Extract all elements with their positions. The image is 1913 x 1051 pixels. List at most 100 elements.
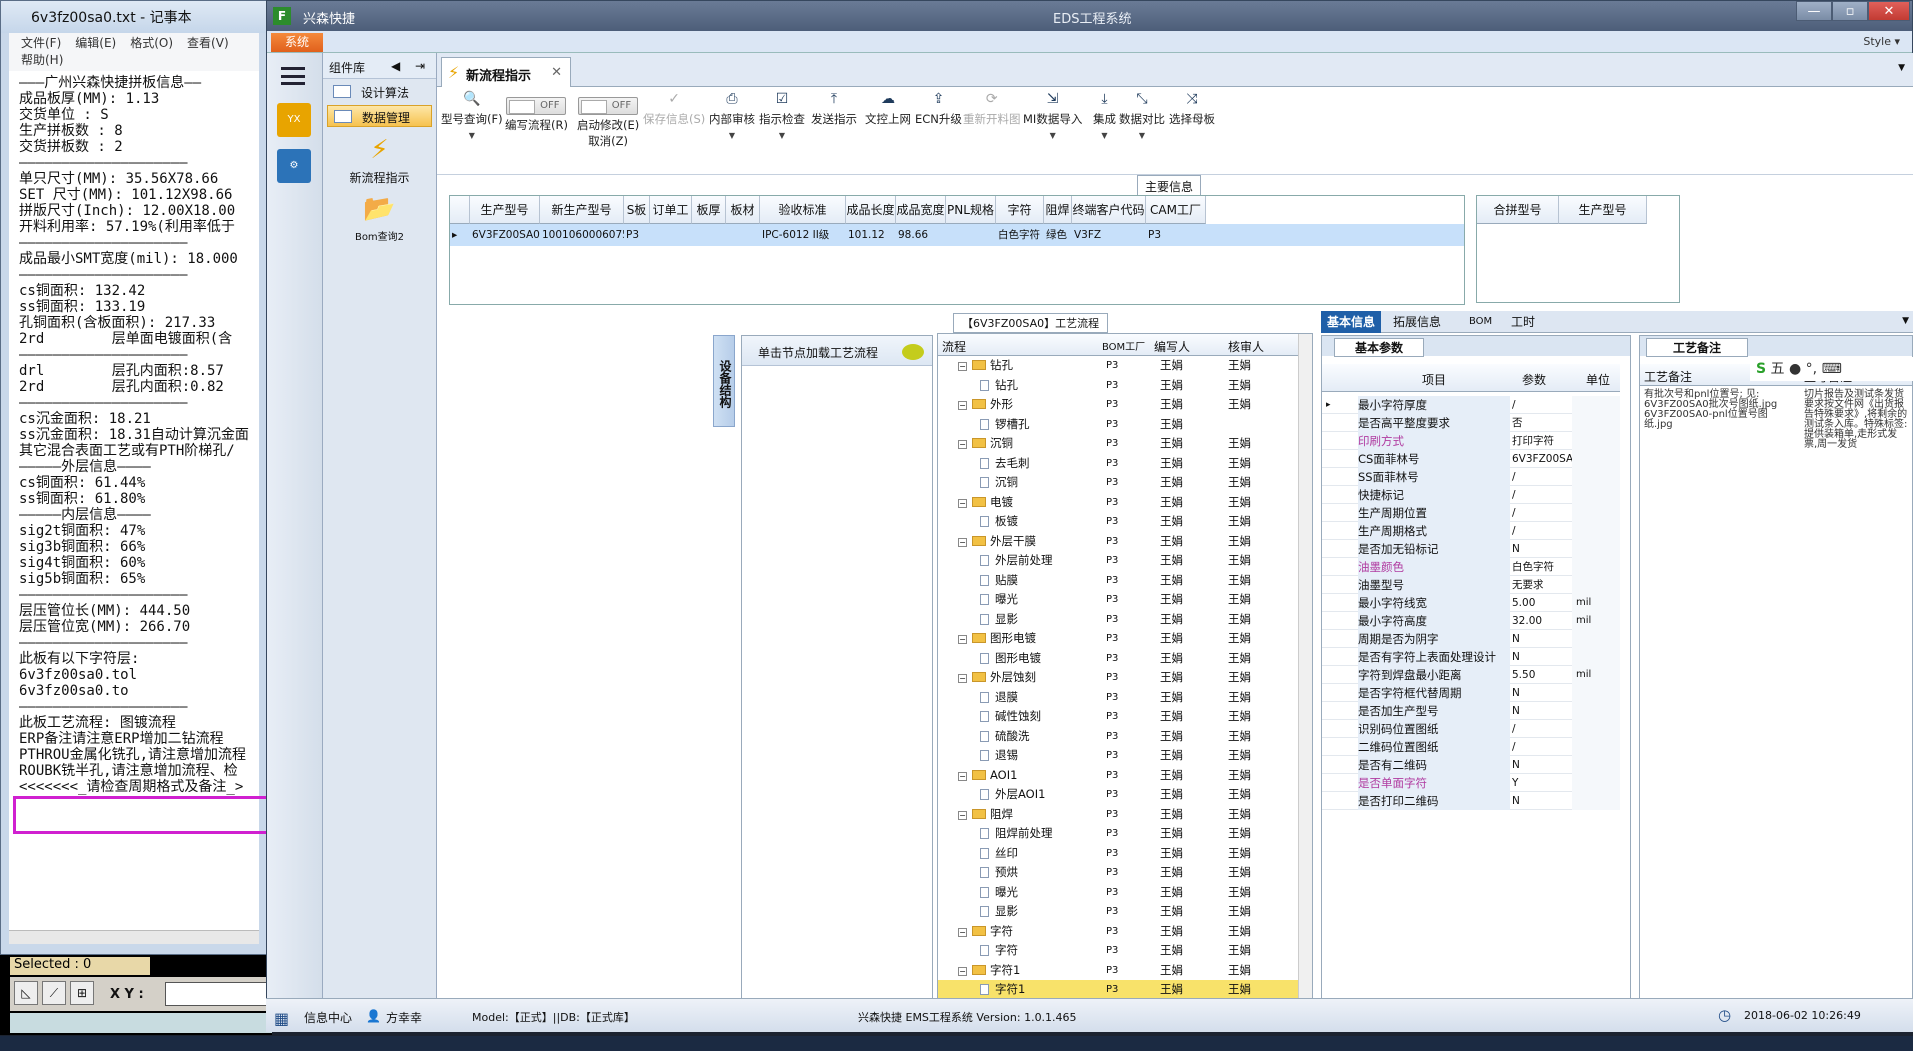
notepad-menu-help[interactable]: 帮助(H)	[21, 53, 63, 67]
grid-tool-icon[interactable]: ⊞	[70, 981, 94, 1005]
toolbar-download-button[interactable]: ⤓ 集成 ▼	[1093, 91, 1116, 140]
ime-toolbar[interactable]: S 五 ● °, ⌨	[1750, 357, 1913, 381]
param-row[interactable]: 是否加无铅标记 N	[1322, 540, 1620, 558]
toolbar-toggle-button[interactable]: OFF 启动修改(E) 取消(Z)	[577, 97, 639, 149]
table-cell[interactable]	[650, 224, 692, 246]
cad-command-bar[interactable]	[10, 1013, 272, 1033]
column-header[interactable]: 终端客户代码	[1072, 196, 1146, 224]
column-header[interactable]: S板	[624, 196, 650, 224]
toggle-switch[interactable]: OFF	[506, 97, 567, 115]
tree-row[interactable]: 字符1 P3 王娟 王娟	[938, 980, 1298, 999]
tree-row[interactable]: 硫酸洗 P3 王娟 王娟	[938, 727, 1298, 746]
dropdown-arrow-icon[interactable]: ▼	[759, 131, 805, 140]
tree-row[interactable]: 碱性蚀刻 P3 王娟 王娟	[938, 707, 1298, 726]
notepad-hscrollbar[interactable]	[9, 930, 259, 944]
column-header[interactable]: 订单工厂	[650, 196, 692, 245]
toolbar-shuffle-button[interactable]: ⤨ 选择母板	[1169, 91, 1215, 127]
tree-row[interactable]: 板镀 P3 王娟 王娟	[938, 512, 1298, 531]
tree-row[interactable]: 退锡 P3 王娟 王娟	[938, 746, 1298, 765]
param-row[interactable]: 生产周期格式 /	[1322, 522, 1620, 540]
column-header[interactable]: 板厚	[692, 196, 726, 224]
tab-bom[interactable]: BOM	[1463, 311, 1498, 333]
tree-row[interactable]: 外层前处理 P3 王娟 王娟	[938, 551, 1298, 570]
tab-dropdown-icon[interactable]: ▼	[1898, 63, 1905, 73]
param-value[interactable]: 5.00	[1512, 594, 1535, 612]
toolbar-toggle-button[interactable]: OFF 编写流程(R)	[505, 97, 568, 133]
param-value[interactable]: N	[1512, 702, 1520, 720]
table-cell[interactable]: P3	[624, 224, 650, 246]
column-header[interactable]: 生产型号	[1559, 196, 1647, 224]
tab-extended-info[interactable]: 拓展信息	[1387, 311, 1447, 333]
info-center[interactable]: 信息中心	[304, 1009, 352, 1026]
param-value[interactable]: Y	[1512, 774, 1518, 792]
param-value[interactable]: 无要求	[1512, 576, 1544, 594]
param-value[interactable]: /	[1512, 396, 1516, 414]
param-row[interactable]: 是否高平整度要求否	[1322, 414, 1620, 432]
collapse-icon[interactable]: −	[958, 927, 967, 937]
param-value[interactable]: N	[1512, 684, 1520, 702]
column-header[interactable]: 流程	[942, 338, 966, 355]
param-value[interactable]: /	[1512, 522, 1516, 540]
notepad-menu-file[interactable]: 文件(F)	[21, 36, 61, 50]
collapse-icon[interactable]: −	[958, 362, 967, 371]
param-row[interactable]: 是否加生产型号 N	[1322, 702, 1620, 720]
collapse-icon[interactable]: −	[958, 810, 967, 820]
table-cell[interactable]	[726, 224, 760, 246]
tree-row[interactable]: − 图形电镀 P3 王娟 王娟	[938, 629, 1298, 648]
column-header[interactable]: 生产型号	[470, 196, 540, 224]
column-header[interactable]: 单位	[1586, 371, 1610, 388]
param-value[interactable]: 5.50	[1512, 666, 1535, 684]
tree-row[interactable]: 外层AOI1 P3 王娟 王娟	[938, 785, 1298, 804]
menu-icon[interactable]	[281, 67, 305, 85]
table-cell[interactable]: 白色字符	[996, 224, 1044, 246]
param-row[interactable]: CS面菲林号 6V3FZ00SA0.T01	[1322, 450, 1620, 468]
dropdown-arrow-icon[interactable]: ▼	[1023, 131, 1082, 140]
close-button[interactable]: ✕	[1868, 1, 1910, 21]
toolbar-sublabel[interactable]: 取消(Z)	[577, 133, 639, 149]
param-row[interactable]: 油墨颜色 白色字符	[1322, 558, 1620, 576]
new-process-indication-item[interactable]: ⚡ 新流程指示	[323, 135, 436, 186]
param-row[interactable]: 油墨型号 无要求	[1322, 576, 1620, 594]
collapse-icon[interactable]: −	[958, 674, 967, 683]
tree-row[interactable]: − AOI1 P3 王娟 王娟	[938, 766, 1298, 785]
param-row[interactable]: 是否打印二维码 N	[1322, 792, 1620, 810]
param-value[interactable]: 32.00	[1512, 612, 1542, 630]
tree-row[interactable]: 曝光 P3 王娟 王娟	[938, 590, 1298, 609]
dropdown-arrow-icon[interactable]: ▼	[1119, 131, 1165, 140]
column-header[interactable]: 合拼型号	[1477, 196, 1559, 224]
collapse-icon[interactable]: −	[958, 635, 967, 644]
toolbar-upload-button[interactable]: ⤒ 发送指示	[811, 91, 857, 127]
tree-row[interactable]: 贴膜 P3 王娟 王娟	[938, 571, 1298, 590]
column-header[interactable]: 工艺备注	[1644, 368, 1692, 385]
param-row[interactable]: ▸ 最小字符厚度 /	[1322, 396, 1620, 414]
collapse-icon[interactable]: −	[958, 498, 967, 508]
tree-row[interactable]: 预烘 P3 王娟 王娟	[938, 863, 1298, 882]
tree-row[interactable]: 显影 P3 王娟 王娟	[938, 902, 1298, 921]
tree-row[interactable]: − 阻焊 P3 王娟 王娟	[938, 805, 1298, 824]
notepad-menu-format[interactable]: 格式(O)	[130, 36, 173, 50]
param-row[interactable]: 最小字符线宽 5.00 mil	[1322, 594, 1620, 612]
dropdown-arrow-icon[interactable]: ▼	[1093, 131, 1116, 140]
tree-row[interactable]: − 外形 P3 王娟 王娟	[938, 395, 1298, 414]
style-selector[interactable]: Style ▾	[1863, 35, 1900, 48]
param-row[interactable]: 快捷标记 /	[1322, 486, 1620, 504]
column-header[interactable]: 编写人	[1154, 338, 1190, 355]
param-row[interactable]: 是否有二维码 N	[1322, 756, 1620, 774]
table-cell[interactable]: 101.12	[846, 224, 896, 246]
toolbar-checklist-button[interactable]: ☑ 指示检查 ▼	[759, 91, 805, 140]
param-row[interactable]: 是否有字符上表面处理设计 N	[1322, 648, 1620, 666]
notepad-menu-view[interactable]: 查看(V)	[187, 36, 229, 50]
param-value[interactable]: /	[1512, 486, 1516, 504]
yx-module-icon[interactable]: YX	[277, 103, 311, 137]
tree-row[interactable]: − 字符1 P3 王娟 王娟	[938, 961, 1298, 980]
component-data-management[interactable]: 数据管理	[327, 105, 432, 127]
maximize-button[interactable]: ▫	[1832, 1, 1868, 21]
param-value[interactable]: N	[1512, 648, 1520, 666]
column-header[interactable]: PNL规格	[946, 196, 996, 224]
column-header[interactable]: 参数	[1522, 371, 1546, 388]
tab-new-process-indication[interactable]: ⚡ 新流程指示 ✕	[441, 57, 571, 87]
column-header[interactable]: 成品长度	[846, 196, 896, 224]
tree-row[interactable]: − 电镀 P3 王娟 王娟	[938, 493, 1298, 512]
table-cell[interactable]: 10010600060758	[540, 224, 636, 246]
tree-row[interactable]: 去毛刺 P3 王娟 王娟	[938, 454, 1298, 473]
